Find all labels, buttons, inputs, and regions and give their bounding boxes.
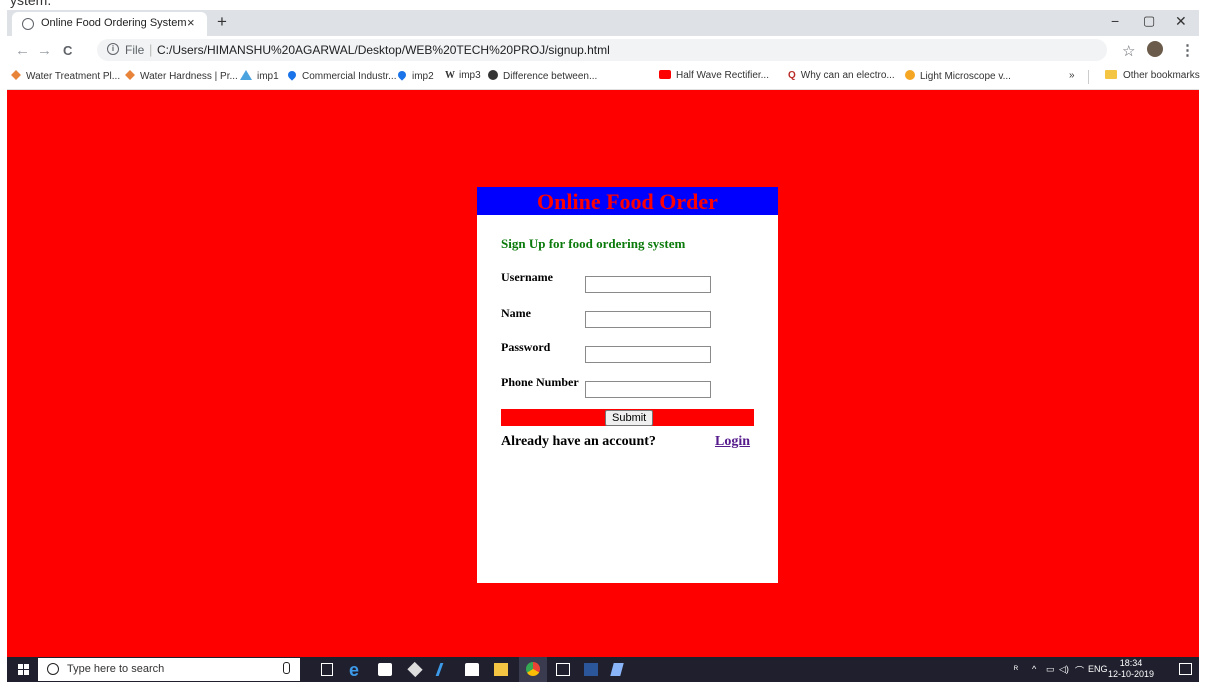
name-label: Name: [501, 306, 531, 320]
clock[interactable]: 18:34 12-10-2019: [1108, 658, 1154, 680]
drop-icon: [286, 69, 298, 81]
diamond-icon: [11, 70, 21, 80]
other-bookmarks[interactable]: Other bookmarks: [1105, 70, 1200, 81]
bookmark-item[interactable]: Light Microscope v...: [905, 70, 1011, 82]
window-right-edge: [1199, 0, 1206, 682]
bookmark-item[interactable]: Half Wave Rectifier...: [659, 70, 769, 81]
tray-chevron-icon[interactable]: ^: [1032, 664, 1036, 674]
mail-icon[interactable]: [465, 663, 479, 676]
url-scheme: File: [125, 43, 145, 57]
bookmark-item[interactable]: imp1: [240, 70, 279, 82]
microphone-icon[interactable]: [283, 662, 290, 674]
submit-row: Submit: [501, 409, 754, 426]
phone-number-input[interactable]: [585, 381, 711, 398]
chrome-taskbar-button[interactable]: [519, 657, 547, 682]
folder-icon: [1105, 70, 1117, 79]
bookmark-item[interactable]: Difference between...: [488, 70, 597, 82]
password-label: Password: [501, 340, 551, 354]
d-icon: [905, 70, 915, 80]
youtube-icon: [659, 70, 671, 79]
url-text[interactable]: C:/Users/HIMANSHU%20AGARWAL/Desktop/WEB%…: [157, 43, 610, 57]
bookmark-item[interactable]: Wimp3: [445, 70, 481, 81]
cropped-window-title: ystem.: [10, 0, 52, 8]
windows-icon: [18, 664, 29, 675]
terminal-icon[interactable]: [556, 663, 570, 676]
name-input[interactable]: [585, 311, 711, 328]
start-button[interactable]: [10, 657, 38, 682]
wifi-icon[interactable]: ⌒: [1075, 664, 1084, 677]
edge-icon[interactable]: e: [349, 660, 359, 681]
bookmarks-bar: Water Treatment Pl... Water Hardness | P…: [7, 65, 1200, 90]
bookmark-item[interactable]: Water Treatment Pl...: [11, 70, 120, 82]
reload-button[interactable]: C: [63, 43, 72, 58]
word-icon[interactable]: [584, 663, 598, 676]
bookmark-item[interactable]: Water Hardness | Pr...: [125, 70, 238, 82]
maximize-button[interactable]: ▢: [1143, 13, 1155, 29]
notification-icon[interactable]: [1179, 663, 1192, 675]
file-explorer-icon[interactable]: [494, 663, 508, 676]
forward-button[interactable]: →: [37, 42, 52, 59]
people-icon[interactable]: ᴿ: [1014, 664, 1018, 674]
tab-title: Online Food Ordering System: [41, 17, 187, 29]
back-button[interactable]: ←: [15, 42, 30, 59]
clock-time: 18:34: [1119, 658, 1143, 668]
signup-card: Online Food Order Sign Up for food order…: [477, 187, 778, 583]
bookmarks-divider: [1088, 70, 1089, 84]
task-view-icon[interactable]: [321, 663, 333, 676]
new-tab-button[interactable]: +: [217, 12, 227, 32]
tab-strip: Online Food Ordering System × + − ▢ ✕: [7, 10, 1199, 36]
globe-icon: [22, 18, 34, 30]
active-tab[interactable]: Online Food Ordering System ×: [12, 12, 207, 36]
already-account-text: Already have an account?: [501, 434, 656, 449]
url-separator: |: [149, 42, 153, 57]
language-indicator[interactable]: ENG: [1088, 664, 1108, 674]
close-window-button[interactable]: ✕: [1175, 13, 1187, 30]
diamond-icon: [125, 70, 135, 80]
q-icon: Q: [788, 70, 796, 81]
window-left-edge: [0, 0, 7, 682]
tab-close-icon[interactable]: ×: [187, 15, 195, 30]
bookmark-star-icon[interactable]: ☆: [1122, 42, 1135, 60]
bookmark-item[interactable]: imp2: [396, 69, 434, 82]
login-link[interactable]: Login: [715, 434, 750, 450]
info-icon[interactable]: i: [107, 43, 119, 55]
w-icon: W: [445, 70, 455, 81]
omnibox[interactable]: i File | C:/Users/HIMANSHU%20AGARWAL/Des…: [97, 39, 1107, 61]
store-icon[interactable]: [378, 663, 392, 676]
clock-date: 12-10-2019: [1108, 669, 1155, 679]
minimize-button[interactable]: −: [1111, 13, 1119, 29]
bookmark-item[interactable]: Commercial Industr...: [286, 69, 396, 82]
dropbox-icon[interactable]: [407, 661, 423, 678]
taskbar: Type here to search e ᴿ ^ ▭ ◁) ⌒ ENG 18:…: [7, 657, 1199, 682]
drop-icon: [396, 69, 408, 81]
taskbar-search-box[interactable]: Type here to search: [38, 658, 300, 681]
b-icon: [488, 70, 498, 80]
phone-number-label: Phone Number: [501, 375, 579, 389]
profile-avatar[interactable]: [1147, 41, 1163, 57]
browser-menu-icon[interactable]: ⋮: [1180, 41, 1195, 59]
bookmark-item[interactable]: Q Why can an electro...: [788, 70, 895, 81]
volume-icon[interactable]: ◁): [1059, 664, 1069, 675]
triangle-icon: [240, 70, 252, 80]
username-input[interactable]: [585, 276, 711, 293]
bookmarks-overflow-button[interactable]: »: [1069, 70, 1075, 81]
username-label: Username: [501, 270, 553, 284]
cortana-icon: [47, 663, 59, 675]
form-subtitle: Sign Up for food ordering system: [501, 236, 686, 251]
password-input[interactable]: [585, 346, 711, 363]
chrome-icon: [526, 662, 540, 676]
vscode-icon[interactable]: [435, 663, 450, 676]
page-title: Online Food Order: [477, 187, 778, 215]
notes-icon[interactable]: [610, 663, 624, 676]
submit-button[interactable]: Submit: [605, 410, 654, 426]
battery-icon[interactable]: ▭: [1046, 664, 1055, 675]
page-background: Online Food Order Sign Up for food order…: [7, 90, 1199, 657]
address-bar-row: ← → C i File | C:/Users/HIMANSHU%20AGARW…: [7, 36, 1199, 65]
search-placeholder: Type here to search: [67, 663, 165, 675]
